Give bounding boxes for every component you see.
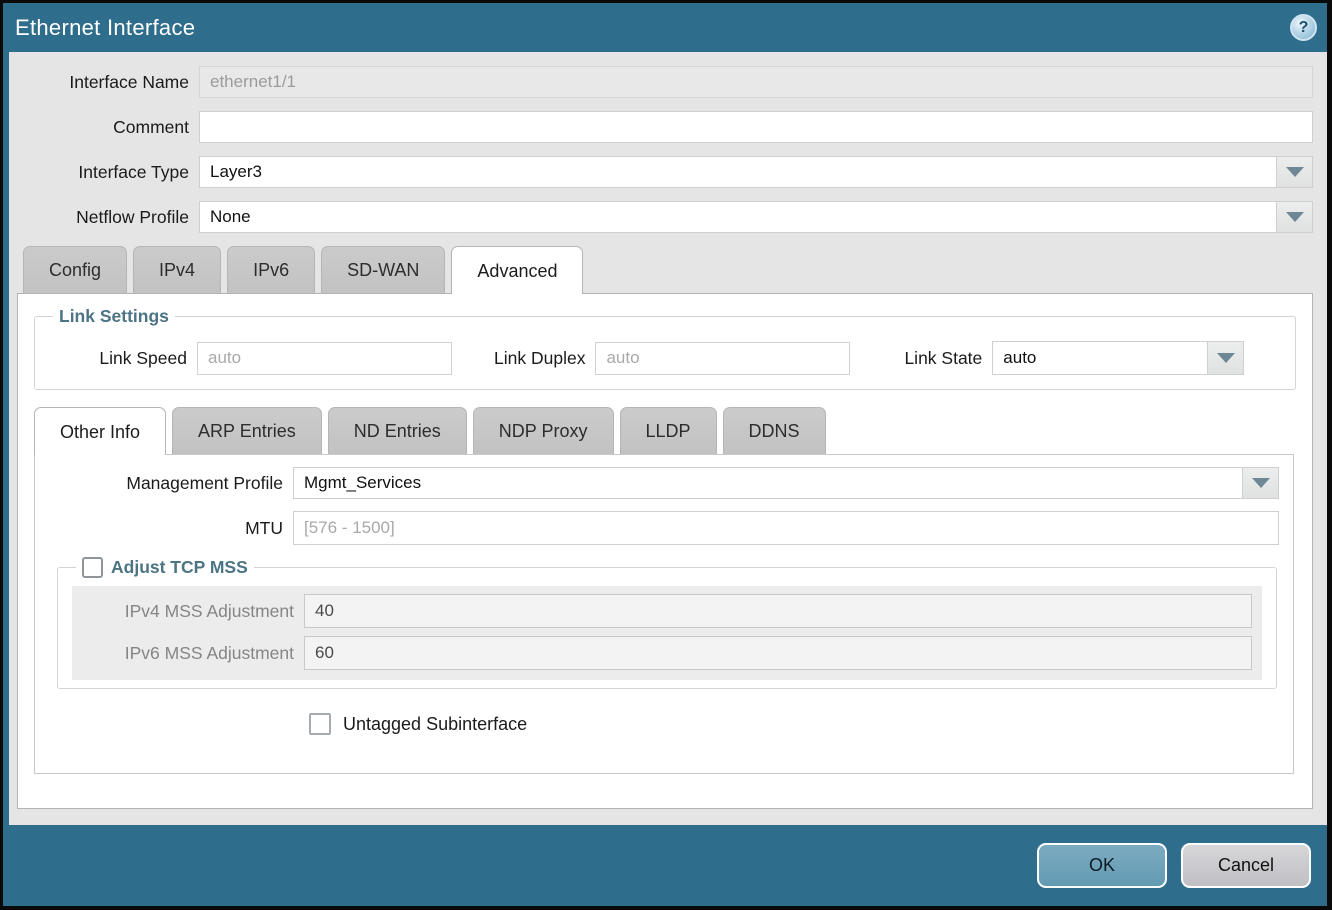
comment-label: Comment (13, 117, 199, 138)
management-profile-value[interactable]: Mgmt_Services (294, 468, 1242, 498)
chevron-down-icon (1252, 478, 1270, 488)
link-state-dropdown[interactable]: auto (992, 341, 1244, 375)
interface-name-label: Interface Name (13, 72, 199, 93)
dialog-footer: OK Cancel (3, 825, 1327, 906)
dialog-title: Ethernet Interface (15, 15, 195, 41)
management-profile-dropdown[interactable]: Mgmt_Services (293, 467, 1279, 499)
link-settings-legend: Link Settings (53, 306, 175, 327)
tab-lldp[interactable]: LLDP (620, 407, 717, 454)
link-state-dropdown-button[interactable] (1207, 342, 1243, 374)
tab-ddns[interactable]: DDNS (723, 407, 826, 454)
window-left-border (3, 52, 9, 825)
tab-ndp-proxy[interactable]: NDP Proxy (473, 407, 614, 454)
interface-name-row: Interface Name (13, 66, 1313, 98)
tab-ipv4[interactable]: IPv4 (133, 246, 221, 293)
ipv4-mss-row: IPv4 MSS Adjustment (82, 594, 1252, 628)
tab-other-info[interactable]: Other Info (34, 407, 166, 455)
chevron-down-icon (1286, 167, 1304, 177)
tab-ipv6[interactable]: IPv6 (227, 246, 315, 293)
management-profile-row: Management Profile Mgmt_Services (35, 467, 1279, 499)
link-speed-field[interactable] (197, 342, 452, 375)
comment-field[interactable] (199, 111, 1313, 143)
link-duplex-field[interactable] (595, 342, 850, 375)
link-settings-row: Link Speed Link Duplex Link State auto (47, 341, 1283, 375)
link-state-value[interactable]: auto (993, 342, 1207, 374)
ipv4-mss-label: IPv4 MSS Adjustment (82, 601, 304, 622)
netflow-profile-row: Netflow Profile None (13, 201, 1313, 233)
tab-config[interactable]: Config (23, 246, 127, 293)
mtu-field[interactable] (293, 511, 1279, 545)
interface-type-row: Interface Type Layer3 (13, 156, 1313, 188)
ipv4-mss-field (304, 594, 1252, 628)
chevron-down-icon (1217, 353, 1235, 363)
ipv6-mss-label: IPv6 MSS Adjustment (82, 643, 304, 664)
tab-nd-entries[interactable]: ND Entries (328, 407, 467, 454)
mtu-row: MTU (35, 511, 1279, 545)
link-duplex-label: Link Duplex (494, 348, 595, 369)
interface-name-field (199, 66, 1313, 98)
chevron-down-icon (1286, 212, 1304, 222)
adjust-tcp-mss-legend: Adjust TCP MSS (76, 557, 254, 578)
adjust-tcp-mss-label: Adjust TCP MSS (111, 557, 248, 578)
link-speed-label: Link Speed (47, 348, 197, 369)
tab-sd-wan[interactable]: SD-WAN (321, 246, 445, 293)
comment-row: Comment (13, 111, 1313, 143)
link-state-label: Link State (904, 348, 992, 369)
mss-disabled-group: IPv4 MSS Adjustment IPv6 MSS Adjustment (72, 586, 1262, 680)
ethernet-interface-dialog: Ethernet Interface ? Interface Name Comm… (0, 0, 1332, 910)
management-profile-label: Management Profile (35, 473, 293, 494)
mtu-label: MTU (35, 518, 293, 539)
cancel-button[interactable]: Cancel (1181, 843, 1311, 888)
management-profile-dropdown-button[interactable] (1242, 468, 1278, 498)
adjust-tcp-mss-checkbox[interactable] (82, 557, 103, 578)
netflow-profile-label: Netflow Profile (13, 207, 199, 228)
other-info-panel: Management Profile Mgmt_Services MTU Adj… (34, 454, 1294, 774)
title-bar: Ethernet Interface ? (3, 3, 1327, 52)
interface-type-value[interactable]: Layer3 (200, 157, 1276, 187)
main-tab-strip: Config IPv4 IPv6 SD-WAN Advanced (3, 246, 1327, 293)
interface-type-dropdown-button[interactable] (1276, 157, 1312, 187)
untagged-subinterface-row: Untagged Subinterface (309, 713, 1279, 735)
interface-form: Interface Name Comment Interface Type La… (3, 52, 1327, 233)
untagged-subinterface-label: Untagged Subinterface (343, 714, 527, 735)
advanced-tab-panel: Link Settings Link Speed Link Duplex Lin… (17, 293, 1313, 809)
tab-advanced[interactable]: Advanced (451, 246, 583, 294)
netflow-profile-value[interactable]: None (200, 202, 1276, 232)
ipv6-mss-row: IPv6 MSS Adjustment (82, 636, 1252, 670)
ok-button[interactable]: OK (1037, 843, 1167, 888)
interface-type-label: Interface Type (13, 162, 199, 183)
advanced-sub-tab-strip: Other Info ARP Entries ND Entries NDP Pr… (34, 407, 1296, 454)
link-settings-fieldset: Link Settings Link Speed Link Duplex Lin… (34, 306, 1296, 390)
adjust-tcp-mss-fieldset: Adjust TCP MSS IPv4 MSS Adjustment IPv6 … (57, 557, 1277, 689)
tab-arp-entries[interactable]: ARP Entries (172, 407, 322, 454)
untagged-subinterface-checkbox[interactable] (309, 713, 331, 735)
ipv6-mss-field (304, 636, 1252, 670)
help-icon[interactable]: ? (1290, 14, 1317, 41)
netflow-profile-dropdown[interactable]: None (199, 201, 1313, 233)
interface-type-dropdown[interactable]: Layer3 (199, 156, 1313, 188)
netflow-profile-dropdown-button[interactable] (1276, 202, 1312, 232)
